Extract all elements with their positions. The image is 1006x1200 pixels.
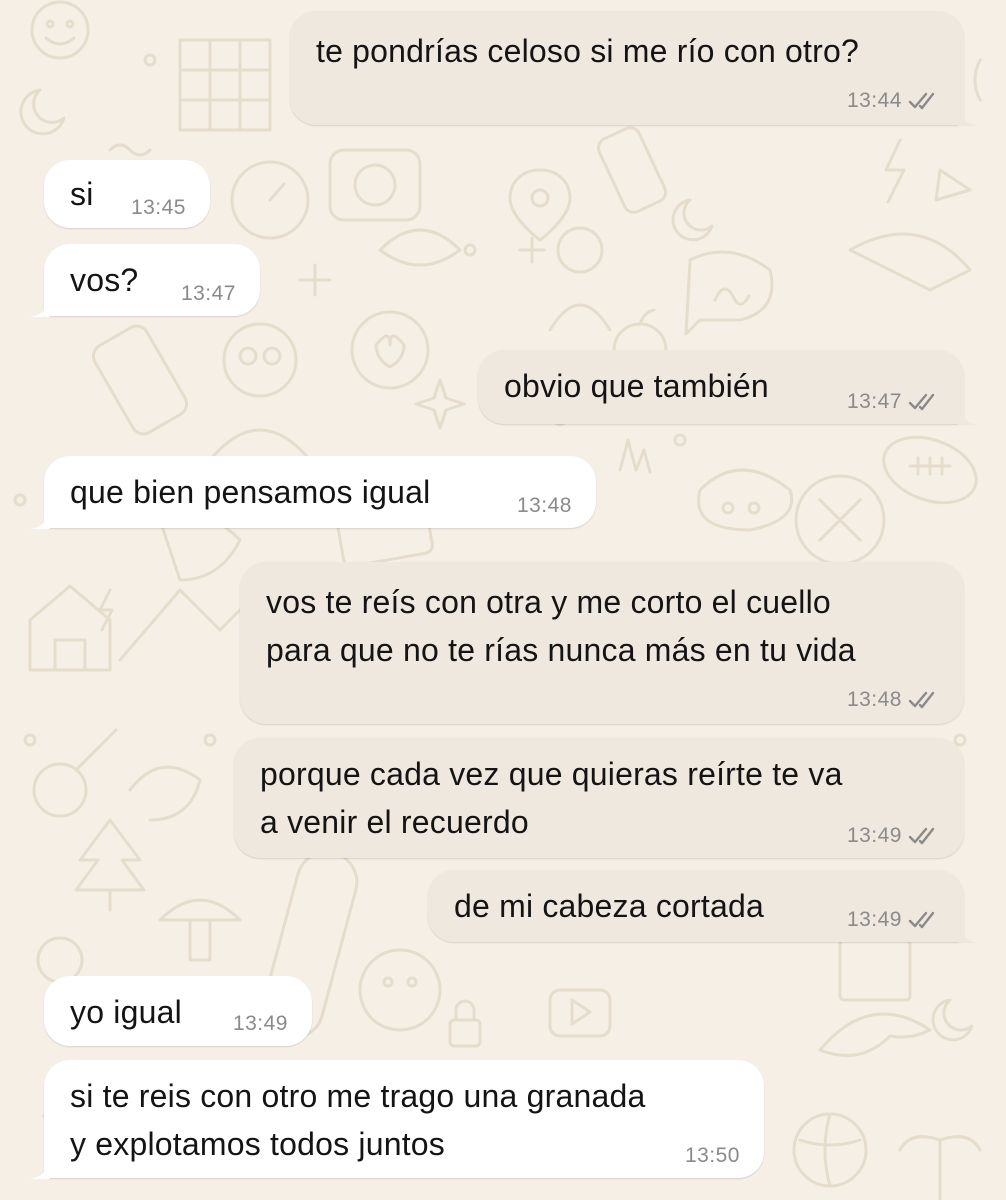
double-check-icon xyxy=(908,827,935,845)
bubble-tail xyxy=(958,921,978,943)
bubble-tail xyxy=(30,507,50,529)
message-time: 13:47 xyxy=(846,390,902,413)
message-bubble-incoming[interactable]: vos? 13:47 xyxy=(30,244,260,317)
message-text: que bien pensamos igual xyxy=(70,474,431,510)
message-meta: 13:49 xyxy=(847,908,940,932)
message-meta: 13:49 xyxy=(847,824,940,848)
bubble-tail xyxy=(958,403,978,425)
message-text: si xyxy=(70,176,94,212)
message-time: 13:44 xyxy=(846,89,902,112)
message-time: 13:48 xyxy=(846,688,902,711)
message-meta: 13:44 xyxy=(847,89,940,113)
message-meta: 13:48 xyxy=(517,494,572,518)
message-text: obvio que también xyxy=(504,368,769,404)
message-bubble-outgoing[interactable]: porque cada vez que quieras reírte te va… xyxy=(234,738,964,858)
message-bubble-outgoing[interactable]: obvio que también 13:47 xyxy=(478,350,978,425)
message-meta: 13:47 xyxy=(181,282,236,306)
message-text: si te reis con otro me trago una granada… xyxy=(70,1078,646,1162)
message-time: 13:49 xyxy=(846,824,902,847)
message-text: porque cada vez que quieras reírte te va… xyxy=(260,756,843,840)
message-time: 13:47 xyxy=(180,282,236,305)
bubble-tail xyxy=(30,1157,50,1179)
message-time: 13:50 xyxy=(684,1144,740,1167)
message-text: te pondrías celoso si me río con otro? xyxy=(316,33,859,69)
bubble-tail xyxy=(30,295,50,317)
message-bubble-incoming[interactable]: que bien pensamos igual 13:48 xyxy=(30,456,596,529)
message-text: vos te reís con otra y me corto el cuell… xyxy=(266,584,856,668)
message-time: 13:49 xyxy=(846,908,902,931)
message-bubble-outgoing[interactable]: te pondrías celoso si me río con otro? 1… xyxy=(290,11,978,126)
message-meta: 13:49 xyxy=(233,1012,288,1036)
double-check-icon xyxy=(908,393,935,411)
message-bubble-incoming[interactable]: yo igual 13:49 xyxy=(44,976,312,1046)
double-check-icon xyxy=(908,691,935,709)
double-check-icon xyxy=(908,92,935,110)
message-text: yo igual xyxy=(70,994,182,1030)
message-time: 13:48 xyxy=(516,494,572,517)
message-text: de mi cabeza cortada xyxy=(454,888,764,924)
message-meta: 13:50 xyxy=(685,1144,740,1168)
chat-message-list[interactable]: te pondrías celoso si me río con otro? 1… xyxy=(0,0,1006,1200)
double-check-icon xyxy=(908,911,935,929)
message-bubble-incoming[interactable]: si 13:45 xyxy=(44,160,210,228)
message-bubble-outgoing[interactable]: vos te reís con otra y me corto el cuell… xyxy=(240,562,964,724)
message-bubble-incoming[interactable]: si te reis con otro me trago una granada… xyxy=(30,1060,764,1179)
message-meta: 13:47 xyxy=(847,390,940,414)
message-meta: 13:45 xyxy=(131,196,186,220)
bubble-tail xyxy=(958,104,978,126)
message-meta: 13:48 xyxy=(847,688,940,712)
message-text: vos? xyxy=(70,262,139,298)
message-time: 13:49 xyxy=(232,1012,288,1035)
message-time: 13:45 xyxy=(130,196,186,219)
message-bubble-outgoing[interactable]: de mi cabeza cortada 13:49 xyxy=(428,870,978,943)
